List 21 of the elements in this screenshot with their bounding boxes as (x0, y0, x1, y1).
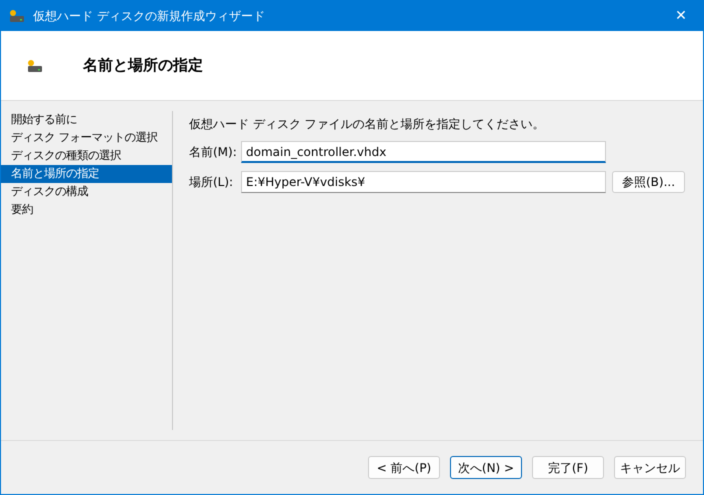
field-label: 名前(M): (189, 144, 238, 161)
step-item[interactable]: ディスクの種類の選択 (1, 147, 172, 165)
step-item[interactable]: 要約 (1, 201, 172, 219)
wizard-button[interactable]: < 前へ(P) (368, 456, 440, 479)
step-item[interactable]: ディスク フォーマットの選択 (1, 129, 172, 147)
input-field[interactable]: domain_controller.vhdx (241, 141, 606, 163)
wizard-button[interactable]: 次へ(N) > (450, 456, 522, 479)
disk-icon (27, 58, 43, 72)
instruction-text: 仮想ハード ディスク ファイルの名前と場所を指定してください。 (189, 116, 546, 133)
field-label: 場所(L): (189, 174, 234, 191)
wizard-button[interactable]: キャンセル (614, 456, 686, 479)
step-item[interactable]: 名前と場所の指定 (1, 165, 172, 183)
disk-icon (9, 9, 25, 23)
page-heading: 名前と場所の指定 (83, 55, 203, 76)
input-field[interactable]: E:¥Hyper-V¥vdisks¥ (241, 171, 606, 193)
step-item[interactable]: ディスクの構成 (1, 183, 172, 201)
wizard-button[interactable]: 完了(F) (532, 456, 604, 479)
browse-button[interactable]: 参照(B)... (612, 171, 685, 193)
close-button[interactable]: ✕ (659, 1, 703, 31)
step-item[interactable]: 開始する前に (1, 111, 172, 129)
window-title: 仮想ハード ディスクの新規作成ウィザード (33, 8, 265, 25)
